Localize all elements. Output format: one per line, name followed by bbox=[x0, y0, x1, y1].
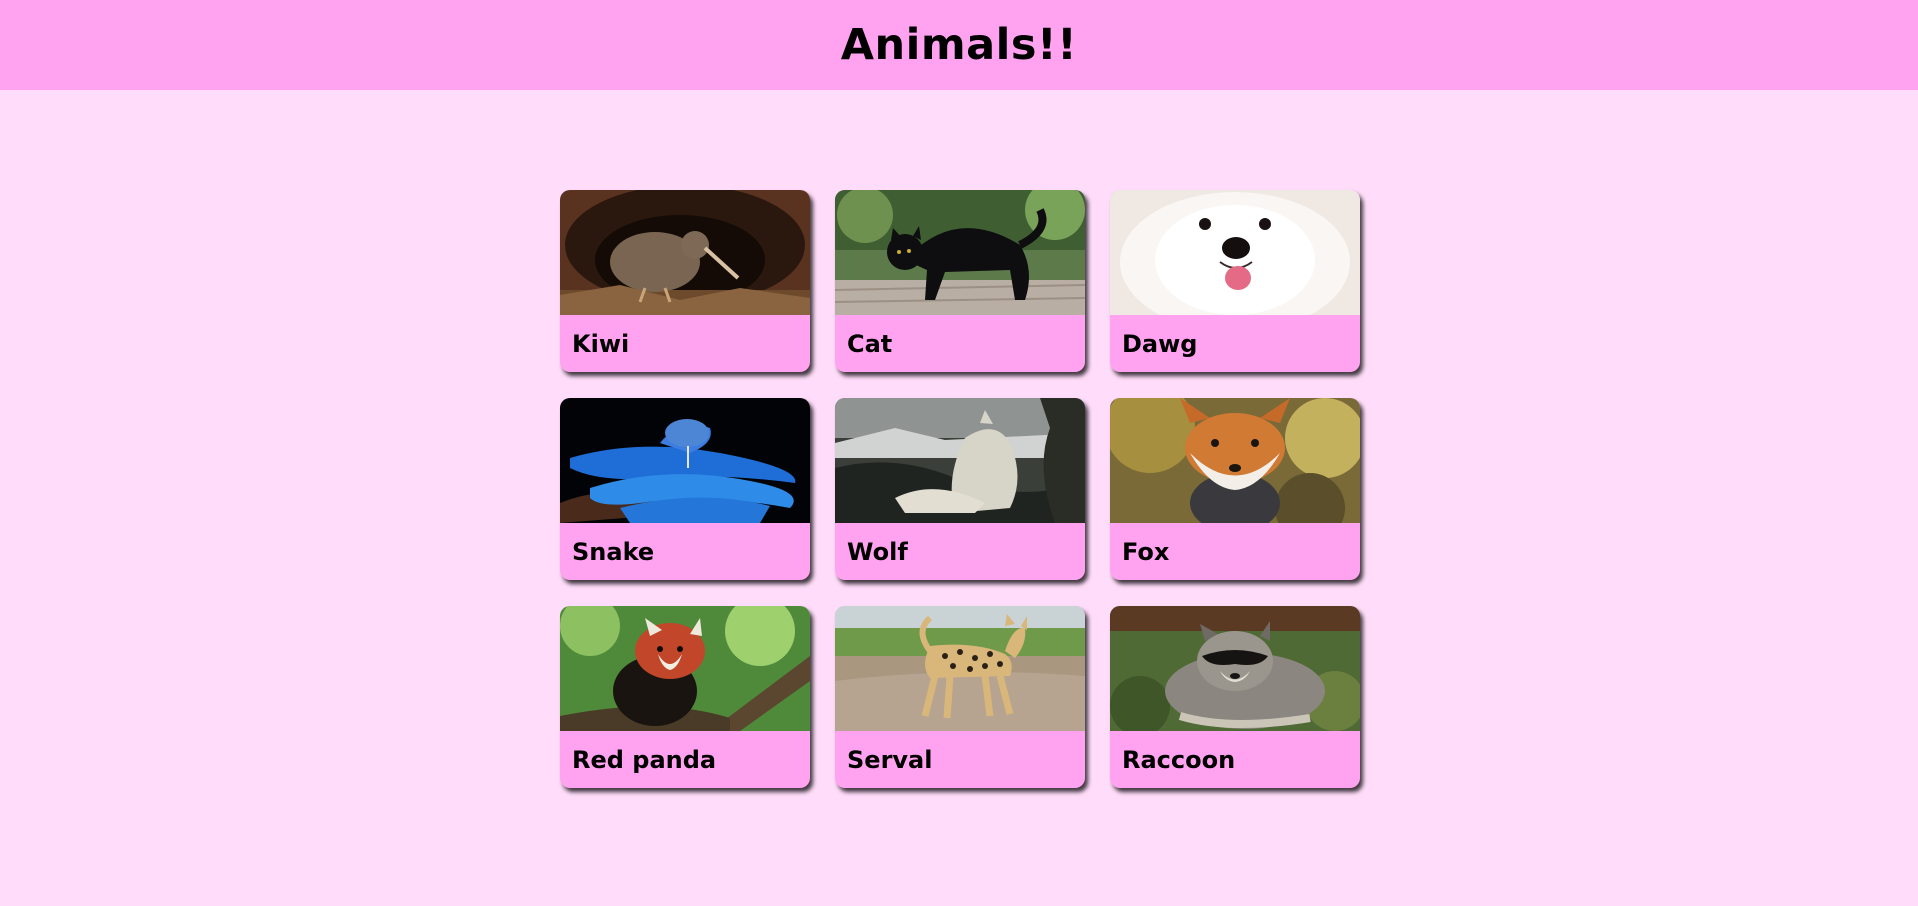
animal-card-fox[interactable]: Fox bbox=[1110, 398, 1360, 580]
card-label: Wolf bbox=[847, 537, 908, 566]
page: Animals!! Kiwi Cat Dawg Snake Wolf Fox R… bbox=[0, 0, 1918, 906]
animal-card-red-panda[interactable]: Red panda bbox=[560, 606, 810, 788]
raccoon-photo bbox=[1110, 606, 1360, 731]
red-panda-photo bbox=[560, 606, 810, 731]
card-label: Dawg bbox=[1122, 329, 1198, 358]
fox-photo bbox=[1110, 398, 1360, 523]
card-label: Red panda bbox=[572, 745, 717, 774]
animal-card-snake[interactable]: Snake bbox=[560, 398, 810, 580]
animal-card-dog[interactable]: Dawg bbox=[1110, 190, 1360, 372]
wolf-photo bbox=[835, 398, 1085, 523]
serval-photo bbox=[835, 606, 1085, 731]
animal-card-kiwi[interactable]: Kiwi bbox=[560, 190, 810, 372]
header-bar: Animals!! bbox=[0, 0, 1918, 90]
page-title: Animals!! bbox=[840, 20, 1078, 70]
animal-card-cat[interactable]: Cat bbox=[835, 190, 1085, 372]
card-label: Cat bbox=[847, 329, 893, 358]
card-label: Kiwi bbox=[572, 329, 630, 358]
animal-grid: Kiwi Cat Dawg Snake Wolf Fox Red panda S… bbox=[560, 190, 1360, 788]
animal-card-raccoon[interactable]: Raccoon bbox=[1110, 606, 1360, 788]
animal-card-wolf[interactable]: Wolf bbox=[835, 398, 1085, 580]
dog-photo bbox=[1110, 190, 1360, 315]
card-label: Snake bbox=[572, 537, 655, 566]
card-label: Fox bbox=[1122, 537, 1170, 566]
animal-card-serval[interactable]: Serval bbox=[835, 606, 1085, 788]
card-label: Serval bbox=[847, 745, 933, 774]
kiwi-photo bbox=[560, 190, 810, 315]
card-label: Raccoon bbox=[1122, 745, 1236, 774]
cat-photo bbox=[835, 190, 1085, 315]
snake-photo bbox=[560, 398, 810, 523]
